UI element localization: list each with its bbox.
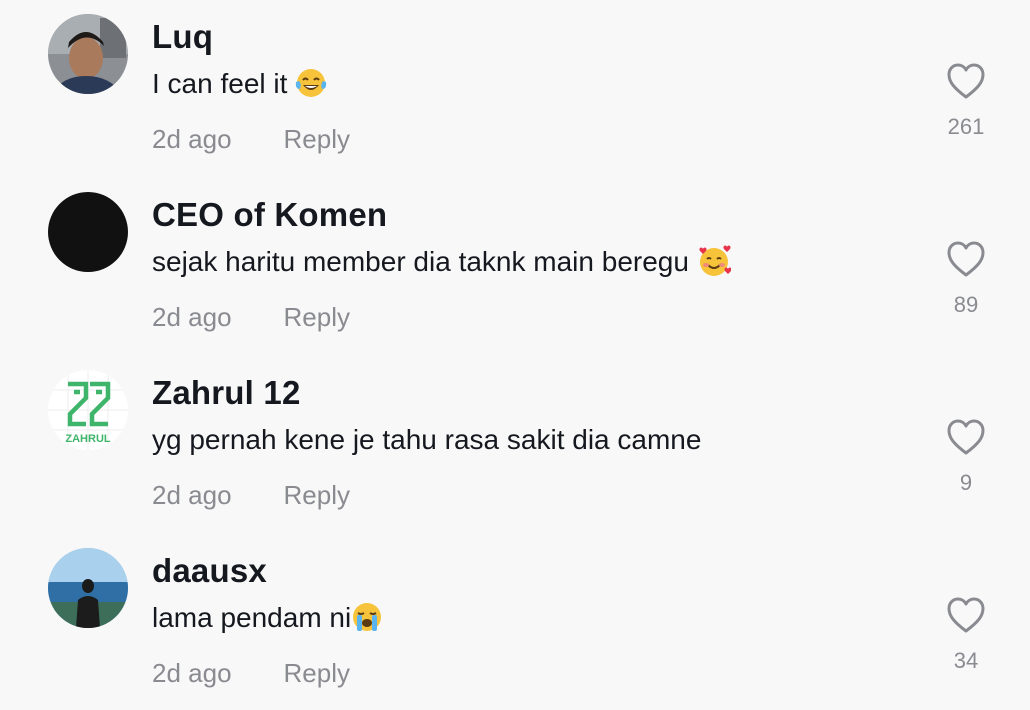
comment-item: Luq I can feel it 2d ago Reply 261	[0, 0, 1030, 178]
avatar[interactable]	[48, 14, 128, 94]
svg-text:ZAHRUL: ZAHRUL	[65, 433, 110, 445]
comment-text: lama pendam ni	[152, 602, 383, 634]
smiling-face-with-hearts-emoji	[697, 245, 731, 277]
comment-text-content: yg pernah kene je tahu rasa sakit dia ca…	[152, 424, 702, 455]
tears-of-joy-emoji	[295, 67, 327, 99]
comment-text-content: lama pendam ni	[152, 602, 352, 633]
comment-username[interactable]: Luq	[152, 18, 213, 56]
reply-button[interactable]: Reply	[284, 480, 350, 510]
loudly-crying-face-emoji	[351, 601, 383, 633]
reply-button[interactable]: Reply	[284, 302, 350, 332]
comment-timestamp: 2d ago	[152, 124, 232, 154]
comment-text: I can feel it	[152, 68, 327, 100]
comment-item: CEO of Komen sejak haritu member dia tak…	[0, 178, 1030, 356]
avatar[interactable]: ZAHRUL	[48, 370, 128, 450]
like-button[interactable]: 89	[940, 240, 992, 318]
comment-username[interactable]: daausx	[152, 552, 267, 590]
like-button[interactable]: 9	[940, 418, 992, 496]
like-count: 34	[953, 648, 979, 673]
like-button[interactable]: 261	[940, 62, 992, 140]
comment-meta: 2d ago Reply	[152, 124, 350, 155]
heart-outline-icon[interactable]	[946, 240, 986, 278]
reply-button[interactable]: Reply	[284, 658, 350, 688]
avatar[interactable]	[48, 192, 128, 272]
comment-timestamp: 2d ago	[152, 658, 232, 688]
avatar[interactable]	[48, 548, 128, 628]
comment-meta: 2d ago Reply	[152, 480, 350, 511]
heart-outline-icon[interactable]	[946, 596, 986, 634]
like-count: 261	[947, 114, 985, 139]
comment-timestamp: 2d ago	[152, 302, 232, 332]
like-button[interactable]: 34	[940, 596, 992, 674]
like-count: 9	[959, 470, 973, 495]
comment-item: ZAHRUL Zahrul 12 yg pernah kene je tahu …	[0, 356, 1030, 534]
comment-text-content: I can feel it	[152, 68, 288, 99]
heart-outline-icon[interactable]	[946, 418, 986, 456]
comment-text: yg pernah kene je tahu rasa sakit dia ca…	[152, 424, 701, 456]
comment-meta: 2d ago Reply	[152, 302, 350, 333]
comment-text: sejak haritu member dia taknk main bereg…	[152, 245, 731, 278]
like-count: 89	[953, 292, 979, 317]
reply-button[interactable]: Reply	[284, 124, 350, 154]
comment-username[interactable]: CEO of Komen	[152, 196, 387, 234]
comment-timestamp: 2d ago	[152, 480, 232, 510]
comment-list: Luq I can feel it 2d ago Reply 261 CEO o…	[0, 0, 1030, 710]
comment-meta: 2d ago Reply	[152, 658, 350, 689]
heart-outline-icon[interactable]	[946, 62, 986, 100]
comment-text-content: sejak haritu member dia taknk main bereg…	[152, 246, 689, 277]
comment-item: daausx lama pendam ni 2d ago Reply 34	[0, 534, 1030, 710]
zahrul-logo: ZAHRUL	[48, 370, 128, 450]
comment-username[interactable]: Zahrul 12	[152, 374, 301, 412]
